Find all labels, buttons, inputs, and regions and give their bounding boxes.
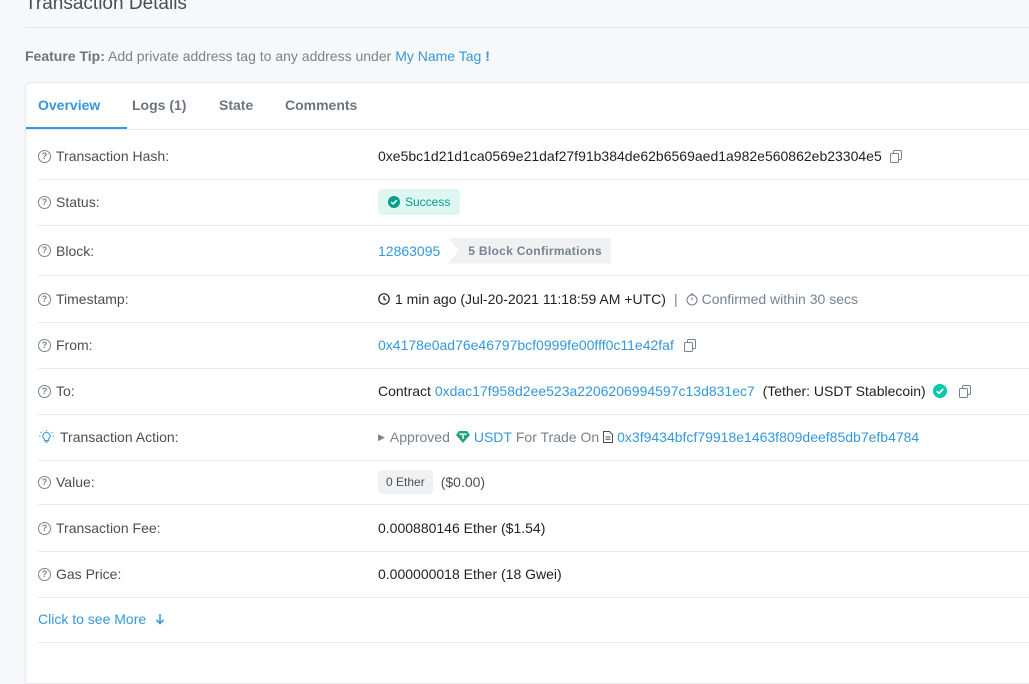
row-timestamp: ? Timestamp: 1 min ago (Jul-20-2021 11:18… [38,276,1029,323]
status-badge: Success [378,189,461,215]
feature-tip-text: Add private address tag to any address u… [108,48,392,64]
help-icon[interactable]: ? [38,475,51,489]
contract-prefix: Contract [378,383,431,399]
tether-token-icon [455,431,470,443]
block-label: Block: [56,242,95,259]
active-tab-indicator [26,127,127,129]
transaction-hash-value: 0xe5bc1d21d1ca0569e21daf27f91b384de62b65… [378,148,882,164]
row-value: ? Value: 0 Ether ($0.00) [38,460,1029,505]
verified-check-icon [932,384,947,398]
transaction-card: Overview Logs (1) State Comments ? Transa… [25,82,1029,684]
help-icon[interactable]: ? [38,292,51,306]
lightbulb-icon [38,430,55,444]
see-more-link[interactable]: Click to see More [38,611,165,627]
row-from: ? From: 0x4178e0ad76e46797bcf0999fe00fff0… [38,322,1029,369]
help-icon[interactable]: ? [38,521,51,535]
action-contract-link[interactable]: 0x3f9434bfcf79918e1463f809deef85db7efb47… [617,429,919,445]
status-label: Status: [56,194,100,210]
feature-tip-bang: ! [485,48,490,64]
help-icon[interactable]: ? [38,567,51,581]
feature-tip: Feature Tip: Add private address tag to … [25,47,490,65]
row-gas-price: ? Gas Price: 0.000000018 Ether (18 Gwei) [38,551,1029,598]
copy-icon[interactable] [889,149,902,163]
from-address-link[interactable]: 0x4178e0ad76e46797bcf0999fe00fff0c11e42f… [378,337,674,353]
block-confirmations-badge: 5 Block Confirmations [448,237,611,264]
caret-right-icon[interactable]: ▶ [378,432,385,443]
to-contract-link[interactable]: 0xdac17f958d2ee523a2206206994597c13d831e… [435,383,755,399]
ether-amount-pill: 0 Ether [378,470,433,494]
value-usd: ($0.00) [440,474,486,490]
clock-icon [378,293,390,305]
transaction-action-label: Transaction Action: [60,429,179,445]
row-status: ? Status: Success [38,179,1029,226]
tab-state[interactable]: State [219,97,253,113]
token-usdt-link[interactable]: USDT [474,429,512,445]
copy-icon[interactable] [683,338,696,352]
page-title: Transaction Details [25,0,187,14]
copy-icon[interactable] [958,384,971,398]
block-number-link[interactable]: 12863095 [378,243,440,259]
tab-logs[interactable]: Logs (1) [132,97,186,113]
tab-bar: Overview Logs (1) State Comments [26,83,1029,130]
row-block: ? Block: 12863095 5 Block Confirmations [38,226,1029,276]
help-icon[interactable]: ? [38,195,51,209]
gas-price-value: 0.000000018 Ether (18 Gwei) [378,566,562,582]
transaction-fee-label: Transaction Fee: [56,520,161,536]
row-to: ? To: Contract 0xdac17f958d2ee523a2206206… [38,368,1029,415]
gas-price-label: Gas Price: [56,566,122,582]
tab-overview[interactable]: Overview [38,97,100,113]
title-divider [25,27,1029,28]
action-verb: Approved [389,429,450,445]
confirmed-within-text: Confirmed within 30 secs [701,291,858,307]
tab-comments[interactable]: Comments [285,97,357,113]
see-more-divider [38,642,1029,643]
feature-tip-label: Feature Tip: [25,48,105,64]
row-transaction-fee: ? Transaction Fee: 0.000880146 Ether ($1.… [38,505,1029,552]
row-transaction-hash: ? Transaction Hash: 0xe5bc1d21d1ca0569e21… [38,133,1029,180]
check-circle-icon [388,196,400,208]
transaction-hash-label: Transaction Hash: [56,148,170,164]
timestamp-value: 1 min ago (Jul-20-2021 11:18:59 AM +UTC) [395,291,666,307]
help-icon[interactable]: ? [38,149,51,163]
my-name-tag-link[interactable]: My Name Tag [395,48,481,64]
from-label: From: [56,337,93,353]
timestamp-separator: | [673,291,678,307]
transaction-fee-value: 0.000880146 Ether ($1.54) [378,520,546,536]
arrow-down-icon [156,614,165,625]
help-icon[interactable]: ? [38,384,51,398]
help-icon[interactable]: ? [38,338,51,352]
timestamp-label: Timestamp: [56,291,129,307]
action-mid-text: For Trade On [515,429,600,445]
contract-name: (Tether: USDT Stablecoin) [762,383,926,399]
contract-file-icon [603,431,614,443]
to-label: To: [56,383,75,399]
row-transaction-action: Transaction Action: ▶ Approved USDT For … [38,414,1029,461]
timer-icon [686,292,698,306]
see-more-text: Click to see More [38,611,147,627]
status-text: Success [405,195,451,209]
help-icon[interactable]: ? [38,244,51,257]
value-label: Value: [56,474,95,490]
